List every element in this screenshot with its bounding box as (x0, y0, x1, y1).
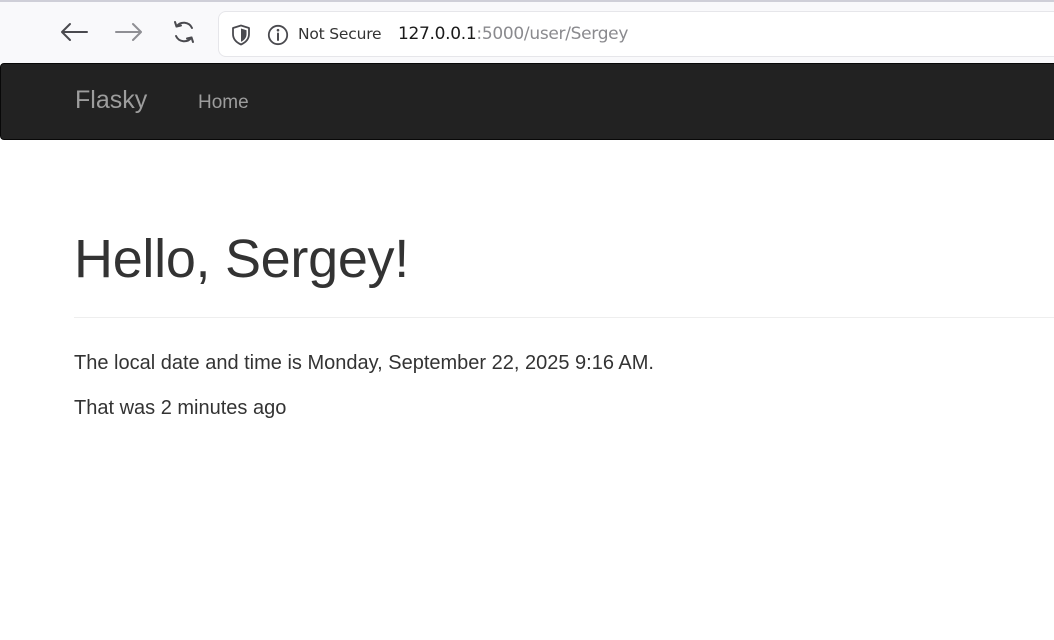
page-header: Hello, Sergey! (74, 225, 1054, 293)
browser-toolbar: Not Secure 127.0.0.1:5000/user/Sergey (0, 0, 1054, 63)
navbar-brand[interactable]: Flasky (75, 86, 147, 115)
security-label[interactable]: Not Secure (298, 25, 382, 43)
reload-icon (174, 21, 194, 43)
relative-time-text: That was 2 minutes ago (74, 397, 287, 419)
nav-link-home[interactable]: Home (198, 92, 249, 114)
back-button[interactable] (58, 16, 90, 48)
arrow-left-icon (61, 23, 88, 41)
url-path: :5000/user/Sergey (476, 24, 629, 44)
page-title: Hello, Sergey! (74, 229, 409, 289)
address-bar[interactable]: Not Secure 127.0.0.1:5000/user/Sergey (218, 11, 1054, 57)
arrow-right-icon (115, 23, 142, 41)
site-navbar: Flasky Home (0, 63, 1054, 140)
header-divider (74, 317, 1054, 318)
local-time-text: The local date and time is Monday, Septe… (74, 352, 654, 374)
url-text[interactable]: 127.0.0.1:5000/user/Sergey (398, 24, 628, 44)
info-icon[interactable] (267, 24, 289, 46)
url-host: 127.0.0.1 (398, 24, 477, 44)
reload-button[interactable] (168, 16, 200, 48)
shield-icon[interactable] (231, 24, 251, 46)
forward-button[interactable] (113, 16, 145, 48)
